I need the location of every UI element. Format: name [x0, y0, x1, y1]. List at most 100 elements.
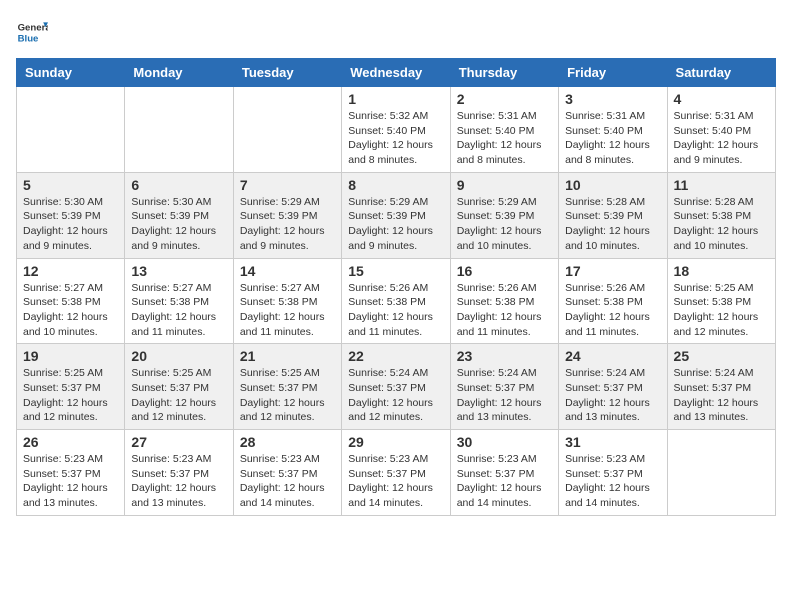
calendar-day-cell: 16 Sunrise: 5:26 AM Sunset: 5:38 PM Dayli… [450, 258, 558, 344]
day-info: Sunrise: 5:24 AM Sunset: 5:37 PM Dayligh… [565, 366, 660, 425]
day-number: 10 [565, 177, 660, 193]
day-info: Sunrise: 5:23 AM Sunset: 5:37 PM Dayligh… [348, 452, 443, 511]
day-number: 31 [565, 434, 660, 450]
day-info: Sunrise: 5:23 AM Sunset: 5:37 PM Dayligh… [565, 452, 660, 511]
calendar-day-cell: 25 Sunrise: 5:24 AM Sunset: 5:37 PM Dayli… [667, 344, 775, 430]
day-number: 27 [131, 434, 226, 450]
day-info: Sunrise: 5:29 AM Sunset: 5:39 PM Dayligh… [240, 195, 335, 254]
svg-text:Blue: Blue [18, 34, 39, 45]
header-row: SundayMondayTuesdayWednesdayThursdayFrid… [17, 59, 776, 87]
calendar-day-cell: 7 Sunrise: 5:29 AM Sunset: 5:39 PM Daylig… [233, 172, 341, 258]
calendar-day-cell: 28Sunrise: 5:23 AM Sunset: 5:37 PM Dayli… [233, 430, 341, 516]
day-number: 8 [348, 177, 443, 193]
day-info: Sunrise: 5:26 AM Sunset: 5:38 PM Dayligh… [457, 281, 552, 340]
day-number: 19 [23, 348, 118, 364]
day-number: 16 [457, 263, 552, 279]
day-info: Sunrise: 5:27 AM Sunset: 5:38 PM Dayligh… [131, 281, 226, 340]
calendar-table: SundayMondayTuesdayWednesdayThursdayFrid… [16, 58, 776, 516]
day-number: 12 [23, 263, 118, 279]
calendar-week-row: 19 Sunrise: 5:25 AM Sunset: 5:37 PM Dayli… [17, 344, 776, 430]
calendar-day-cell: 12 Sunrise: 5:27 AM Sunset: 5:38 PM Dayli… [17, 258, 125, 344]
day-info: Sunrise: 5:23 AM Sunset: 5:37 PM Dayligh… [23, 452, 118, 511]
day-info: Sunrise: 5:28 AM Sunset: 5:39 PM Dayligh… [565, 195, 660, 254]
calendar-day-cell: 17 Sunrise: 5:26 AM Sunset: 5:38 PM Dayli… [559, 258, 667, 344]
day-info: Sunrise: 5:30 AM Sunset: 5:39 PM Dayligh… [23, 195, 118, 254]
day-info: Sunrise: 5:25 AM Sunset: 5:38 PM Dayligh… [674, 281, 769, 340]
day-number: 21 [240, 348, 335, 364]
calendar-day-cell: 5 Sunrise: 5:30 AM Sunset: 5:39 PM Daylig… [17, 172, 125, 258]
calendar-day-cell: 14 Sunrise: 5:27 AM Sunset: 5:38 PM Dayli… [233, 258, 341, 344]
calendar-day-cell: 11 Sunrise: 5:28 AM Sunset: 5:38 PM Dayli… [667, 172, 775, 258]
day-of-week-header: Friday [559, 59, 667, 87]
calendar-day-cell: 18 Sunrise: 5:25 AM Sunset: 5:38 PM Dayli… [667, 258, 775, 344]
day-info: Sunrise: 5:23 AM Sunset: 5:37 PM Dayligh… [240, 452, 335, 511]
day-number: 11 [674, 177, 769, 193]
day-number: 1 [348, 91, 443, 107]
calendar-day-cell: 27 Sunrise: 5:23 AM Sunset: 5:37 PM Dayli… [125, 430, 233, 516]
calendar-day-cell: 24 Sunrise: 5:24 AM Sunset: 5:37 PM Dayli… [559, 344, 667, 430]
calendar-day-cell: 23 Sunrise: 5:24 AM Sunset: 5:37 PM Dayli… [450, 344, 558, 430]
day-number: 5 [23, 177, 118, 193]
day-number: 4 [674, 91, 769, 107]
day-info: Sunrise: 5:31 AM Sunset: 5:40 PM Dayligh… [565, 109, 660, 168]
calendar-day-cell: 15 Sunrise: 5:26 AM Sunset: 5:38 PM Dayli… [342, 258, 450, 344]
day-number: 22 [348, 348, 443, 364]
calendar-day-cell [125, 87, 233, 173]
day-of-week-header: Saturday [667, 59, 775, 87]
calendar-week-row: 12 Sunrise: 5:27 AM Sunset: 5:38 PM Dayli… [17, 258, 776, 344]
day-info: Sunrise: 5:31 AM Sunset: 5:40 PM Dayligh… [674, 109, 769, 168]
calendar-day-cell: 31 Sunrise: 5:23 AM Sunset: 5:37 PM Dayli… [559, 430, 667, 516]
calendar-week-row: 5 Sunrise: 5:30 AM Sunset: 5:39 PM Daylig… [17, 172, 776, 258]
day-info: Sunrise: 5:24 AM Sunset: 5:37 PM Dayligh… [457, 366, 552, 425]
day-info: Sunrise: 5:32 AM Sunset: 5:40 PM Dayligh… [348, 109, 443, 168]
svg-text:General: General [18, 22, 48, 33]
calendar-week-row: 26 Sunrise: 5:23 AM Sunset: 5:37 PM Dayli… [17, 430, 776, 516]
day-info: Sunrise: 5:29 AM Sunset: 5:39 PM Dayligh… [348, 195, 443, 254]
day-of-week-header: Wednesday [342, 59, 450, 87]
calendar-day-cell: 4 Sunrise: 5:31 AM Sunset: 5:40 PM Daylig… [667, 87, 775, 173]
calendar-day-cell: 9 Sunrise: 5:29 AM Sunset: 5:39 PM Daylig… [450, 172, 558, 258]
calendar-day-cell: 19 Sunrise: 5:25 AM Sunset: 5:37 PM Dayli… [17, 344, 125, 430]
day-info: Sunrise: 5:30 AM Sunset: 5:39 PM Dayligh… [131, 195, 226, 254]
calendar-day-cell [233, 87, 341, 173]
calendar-day-cell [667, 430, 775, 516]
header: General Blue [16, 16, 776, 48]
day-number: 2 [457, 91, 552, 107]
day-of-week-header: Sunday [17, 59, 125, 87]
day-info: Sunrise: 5:29 AM Sunset: 5:39 PM Dayligh… [457, 195, 552, 254]
day-info: Sunrise: 5:26 AM Sunset: 5:38 PM Dayligh… [348, 281, 443, 340]
day-number: 7 [240, 177, 335, 193]
day-info: Sunrise: 5:26 AM Sunset: 5:38 PM Dayligh… [565, 281, 660, 340]
calendar-day-cell: 30Sunrise: 5:23 AM Sunset: 5:37 PM Dayli… [450, 430, 558, 516]
calendar-day-cell: 8 Sunrise: 5:29 AM Sunset: 5:39 PM Daylig… [342, 172, 450, 258]
day-info: Sunrise: 5:24 AM Sunset: 5:37 PM Dayligh… [674, 366, 769, 425]
calendar-day-cell: 20 Sunrise: 5:25 AM Sunset: 5:37 PM Dayli… [125, 344, 233, 430]
day-info: Sunrise: 5:27 AM Sunset: 5:38 PM Dayligh… [23, 281, 118, 340]
day-number: 18 [674, 263, 769, 279]
day-number: 23 [457, 348, 552, 364]
day-info: Sunrise: 5:24 AM Sunset: 5:37 PM Dayligh… [348, 366, 443, 425]
calendar-day-cell: 13Sunrise: 5:27 AM Sunset: 5:38 PM Dayli… [125, 258, 233, 344]
day-of-week-header: Thursday [450, 59, 558, 87]
calendar-day-cell: 10 Sunrise: 5:28 AM Sunset: 5:39 PM Dayli… [559, 172, 667, 258]
day-number: 26 [23, 434, 118, 450]
calendar-day-cell: 1 Sunrise: 5:32 AM Sunset: 5:40 PM Daylig… [342, 87, 450, 173]
day-info: Sunrise: 5:31 AM Sunset: 5:40 PM Dayligh… [457, 109, 552, 168]
day-number: 14 [240, 263, 335, 279]
day-number: 15 [348, 263, 443, 279]
day-number: 9 [457, 177, 552, 193]
day-info: Sunrise: 5:25 AM Sunset: 5:37 PM Dayligh… [131, 366, 226, 425]
day-number: 20 [131, 348, 226, 364]
calendar-day-cell: 21Sunrise: 5:25 AM Sunset: 5:37 PM Dayli… [233, 344, 341, 430]
day-info: Sunrise: 5:23 AM Sunset: 5:37 PM Dayligh… [457, 452, 552, 511]
day-info: Sunrise: 5:28 AM Sunset: 5:38 PM Dayligh… [674, 195, 769, 254]
day-info: Sunrise: 5:23 AM Sunset: 5:37 PM Dayligh… [131, 452, 226, 511]
day-number: 29 [348, 434, 443, 450]
day-number: 17 [565, 263, 660, 279]
calendar-day-cell: 26 Sunrise: 5:23 AM Sunset: 5:37 PM Dayli… [17, 430, 125, 516]
day-number: 24 [565, 348, 660, 364]
day-info: Sunrise: 5:25 AM Sunset: 5:37 PM Dayligh… [23, 366, 118, 425]
day-number: 25 [674, 348, 769, 364]
day-info: Sunrise: 5:27 AM Sunset: 5:38 PM Dayligh… [240, 281, 335, 340]
calendar-day-cell: 29 Sunrise: 5:23 AM Sunset: 5:37 PM Dayli… [342, 430, 450, 516]
